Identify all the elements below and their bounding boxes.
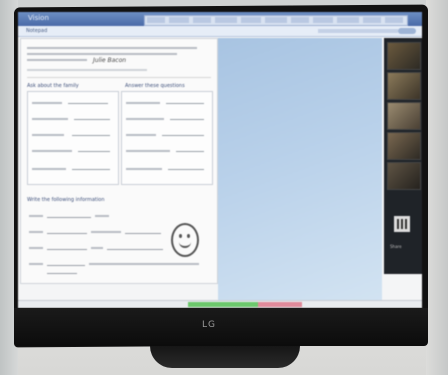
tab[interactable] — [385, 17, 403, 23]
tab[interactable] — [313, 17, 333, 23]
toolbar-strip — [318, 29, 398, 33]
text-line — [29, 263, 43, 265]
section-title-b: Answer these questions — [125, 83, 185, 89]
participant-video-tile[interactable] — [387, 102, 421, 130]
text-line — [29, 247, 43, 249]
text-line — [29, 231, 43, 233]
text-line — [27, 59, 87, 61]
answer-line[interactable] — [78, 151, 110, 152]
answer-line[interactable] — [72, 169, 110, 170]
participant-video-tile[interactable] — [387, 72, 421, 100]
monitor-logo: LG — [202, 320, 216, 330]
smiley-face-icon — [171, 223, 199, 257]
user-avatar[interactable] — [398, 28, 416, 34]
smiley-eye — [187, 234, 190, 238]
smiley-eye — [179, 234, 182, 238]
text-line — [32, 134, 64, 136]
text-line — [32, 102, 62, 104]
answer-line[interactable] — [72, 135, 110, 136]
tab[interactable] — [363, 17, 381, 23]
text-line — [29, 215, 43, 217]
participant-sidebar: Share — [384, 38, 422, 274]
tab[interactable] — [215, 17, 237, 23]
tab-strip[interactable] — [144, 15, 408, 26]
tab[interactable] — [265, 17, 287, 23]
wall-right — [426, 0, 448, 375]
text-line — [89, 263, 199, 265]
text-line — [126, 102, 160, 104]
app-brand: Vision — [28, 14, 49, 22]
answer-line[interactable] — [162, 135, 204, 136]
exercise-box-a — [27, 91, 119, 185]
answer-line[interactable] — [125, 233, 161, 234]
text-line — [27, 53, 177, 55]
sidebar-label: Share — [390, 244, 402, 249]
progress-red — [258, 302, 302, 307]
tab[interactable] — [291, 17, 309, 23]
text-line — [27, 47, 197, 49]
monitor-stand — [150, 346, 300, 368]
screen: Vision Notepad Julie Bacon Ask about the… — [18, 12, 422, 308]
text-line — [95, 215, 109, 217]
text-line — [126, 118, 164, 120]
text-line — [126, 168, 162, 170]
tab[interactable] — [241, 17, 261, 23]
progress-green — [188, 302, 258, 307]
status-bar — [18, 300, 422, 308]
section-title-c: Write the following information — [27, 197, 105, 203]
text-line — [32, 168, 66, 170]
text-line — [126, 134, 156, 136]
worksheet-document: Julie Bacon Ask about the family Answer … — [20, 38, 218, 284]
answer-line[interactable] — [47, 265, 85, 266]
qr-code-icon — [394, 216, 410, 232]
participant-video-tile[interactable] — [387, 162, 421, 190]
answer-line[interactable] — [168, 169, 204, 170]
monitor-bezel — [14, 308, 428, 346]
answer-line[interactable] — [74, 119, 110, 120]
text-line — [27, 69, 147, 71]
text-line — [91, 231, 121, 233]
answer-line[interactable] — [166, 103, 204, 104]
section-title-a: Ask about the family — [27, 83, 79, 89]
text-line — [91, 247, 103, 249]
answer-line[interactable] — [47, 273, 77, 274]
participant-video-tile[interactable] — [387, 132, 421, 160]
participant-video-tile[interactable] — [387, 42, 421, 70]
text-line — [32, 118, 68, 120]
tab[interactable] — [193, 17, 211, 23]
worksheet-header: Julie Bacon — [27, 45, 211, 78]
answer-line[interactable] — [47, 233, 87, 234]
answer-line[interactable] — [170, 119, 204, 120]
address-text: Notepad — [26, 28, 48, 34]
meeting-canvas[interactable] — [218, 38, 382, 300]
answer-line[interactable] — [68, 103, 108, 104]
smiley-mouth — [179, 239, 191, 248]
answer-line[interactable] — [176, 151, 204, 152]
answer-line[interactable] — [47, 249, 87, 250]
app-titlebar: Vision — [18, 12, 422, 26]
address-bar[interactable]: Notepad — [18, 26, 422, 37]
text-line — [32, 150, 72, 152]
tab[interactable] — [147, 17, 165, 23]
handwritten-name: Julie Bacon — [93, 57, 127, 64]
text-line — [126, 150, 170, 152]
tab[interactable] — [337, 17, 359, 23]
answer-line[interactable] — [47, 217, 91, 218]
exercise-box-b — [121, 91, 213, 185]
tab[interactable] — [169, 17, 189, 23]
answer-line[interactable] — [107, 249, 163, 250]
